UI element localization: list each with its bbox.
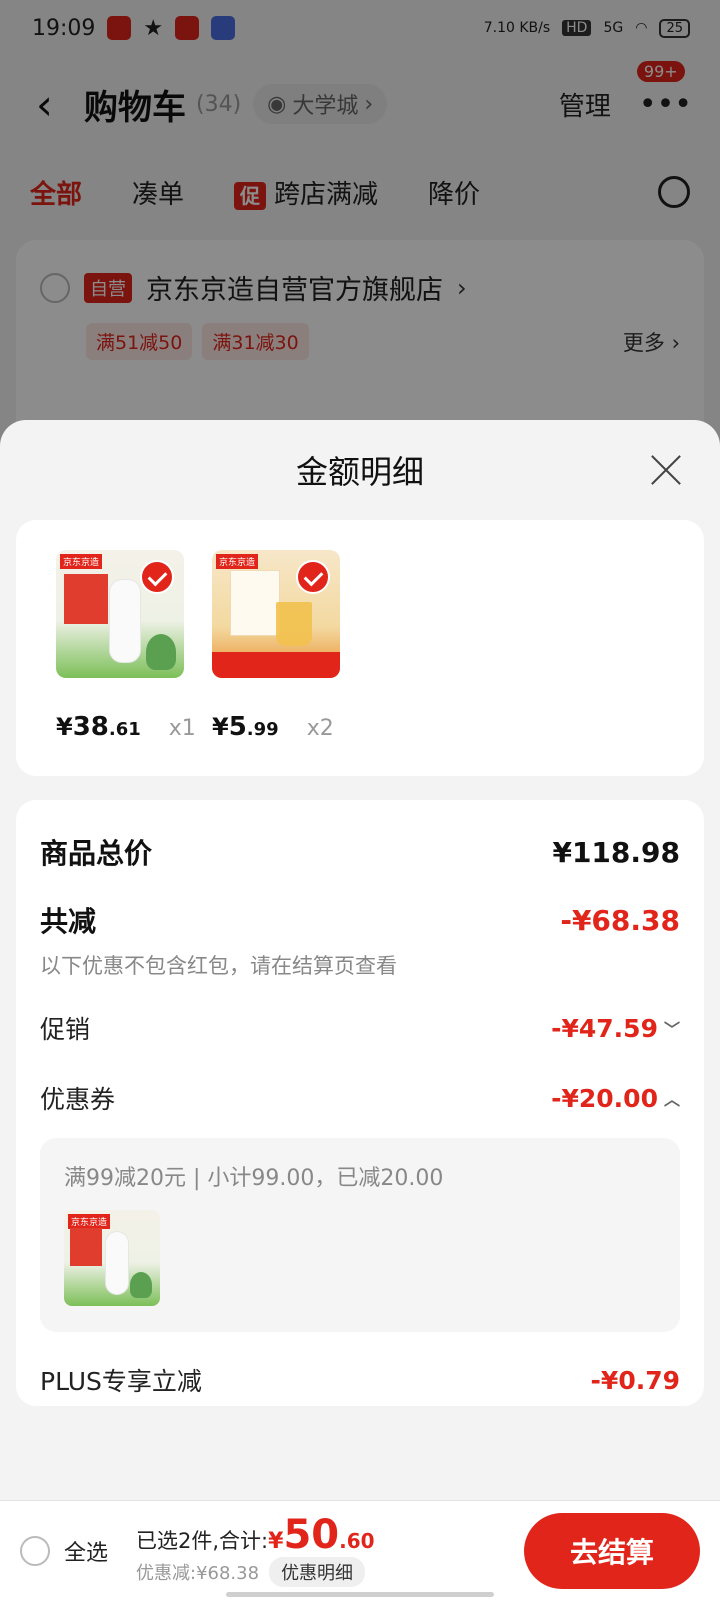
price-symbol: ¥ — [212, 713, 229, 741]
home-indicator[interactable] — [226, 1592, 494, 1597]
selected-check-icon — [140, 560, 174, 594]
select-all-checkbox[interactable] — [20, 1535, 50, 1566]
select-all-label: 全选 — [64, 1540, 109, 1566]
price-integer: 5 — [228, 712, 247, 742]
price-decimal: .99 — [246, 719, 279, 740]
discount-note: 以下优惠不包含红包，请在结算页查看 — [40, 954, 397, 978]
total-symbol: ¥ — [268, 1528, 284, 1554]
product-item[interactable]: 京东京造 ¥ 5 .99 x2 — [212, 550, 340, 746]
product-price-row: ¥ 5 .99 x2 — [212, 712, 340, 742]
savings-text: 优惠减:¥68.38 — [136, 1562, 260, 1584]
total-line: 已选2件,合计: ¥ 50 .60 — [136, 1515, 375, 1555]
total-price-value: ¥118.98 — [552, 835, 680, 869]
chevron-down-icon: ﹀ — [663, 1020, 680, 1039]
coupon-product-image: 京东京造 — [64, 1210, 160, 1306]
coupon-label: 优惠券 — [40, 1085, 116, 1114]
mascot-graphic — [146, 634, 176, 670]
checkout-button[interactable]: 去结算 — [524, 1512, 700, 1589]
mascot-graphic — [130, 1272, 152, 1298]
sheet-title: 金额明细 — [295, 453, 424, 491]
discount-row: 共减 -¥68.38 — [40, 900, 680, 940]
coupon-detail-text: 满99减20元 | 小计99.00，已减20.00 — [64, 1166, 444, 1191]
product-quantity: x2 — [306, 716, 334, 741]
coupon-value-wrap: -¥20.00 ︿ — [551, 1084, 680, 1113]
plus-discount-label: PLUS专享立减 — [40, 1367, 202, 1396]
price-decimal: .61 — [108, 719, 141, 740]
amount-detail-sheet: 金额明细 京东京造 ¥ 38 .61 x1 京东京造 ¥ 5 .99 x2 商品… — [0, 420, 720, 1600]
select-all-control[interactable]: 全选 — [20, 1535, 108, 1567]
product-image: 京东京造 — [56, 550, 184, 678]
product-quantity: x1 — [168, 716, 196, 741]
selected-count-text: 已选2件,合计: — [136, 1528, 269, 1553]
price-symbol: ¥ — [56, 713, 73, 741]
cup-graphic — [276, 602, 312, 646]
plus-discount-value: -¥0.79 — [590, 1365, 680, 1395]
promo-value: -¥47.59 — [551, 1013, 658, 1043]
product-price-row: ¥ 38 .61 x1 — [56, 712, 196, 742]
checkout-bar: 全选 已选2件,合计: ¥ 50 .60 优惠减:¥68.38 优惠明细 去结算 — [0, 1500, 720, 1600]
brand-logo-icon: 京东京造 — [68, 1214, 111, 1229]
product-image: 京东京造 — [212, 550, 340, 678]
savings-line: 优惠减:¥68.38 优惠明细 — [136, 1556, 375, 1587]
bottle-graphic — [110, 580, 140, 662]
total-price-row: 商品总价 ¥118.98 — [40, 832, 680, 872]
sheet-header: 金额明细 — [0, 420, 720, 520]
bottle-graphic — [106, 1232, 128, 1294]
discount-value: -¥68.38 — [560, 903, 680, 937]
promo-value-wrap: -¥47.59 ﹀ — [551, 1014, 680, 1043]
screen: 19:09 ★ 7.10 KB/s HD 5G ◠ 25 ‹ 购物车 (34) … — [0, 0, 720, 1600]
price-integer: 38 — [72, 712, 109, 742]
brand-logo-icon: 京东京造 — [216, 554, 259, 569]
plus-discount-row: PLUS专享立减 -¥0.79 — [40, 1362, 680, 1398]
discount-detail-button[interactable]: 优惠明细 — [269, 1556, 366, 1587]
box-graphic — [230, 570, 280, 636]
coupon-detail-box: 满99减20元 | 小计99.00，已减20.00 京东京造 — [40, 1138, 680, 1332]
promo-graphic — [64, 574, 108, 624]
coupon-value: -¥20.00 — [551, 1083, 658, 1113]
product-item[interactable]: 京东京造 ¥ 38 .61 x1 — [56, 550, 196, 746]
brand-logo-icon: 京东京造 — [60, 554, 103, 569]
promo-row[interactable]: 促销 -¥47.59 ﹀ — [40, 1010, 680, 1046]
promo-graphic — [70, 1228, 102, 1266]
selected-check-icon — [296, 560, 330, 594]
selected-products-card: 京东京造 ¥ 38 .61 x1 京东京造 ¥ 5 .99 x2 — [16, 520, 704, 776]
total-decimal: .60 — [339, 1528, 375, 1553]
total-integer: 50 — [283, 1511, 340, 1558]
promo-banner-graphic — [212, 652, 340, 678]
coupon-row[interactable]: 优惠券 -¥20.00 ︿ — [40, 1080, 680, 1116]
total-price-label: 商品总价 — [40, 837, 153, 870]
order-summary: 已选2件,合计: ¥ 50 .60 优惠减:¥68.38 优惠明细 — [136, 1515, 375, 1587]
promo-label: 促销 — [40, 1015, 91, 1044]
close-icon[interactable] — [648, 452, 684, 488]
chevron-up-icon: ︿ — [663, 1090, 680, 1109]
amount-breakdown-card: 商品总价 ¥118.98 共减 -¥68.38 以下优惠不包含红包，请在结算页查… — [16, 800, 704, 1406]
discount-label: 共减 — [40, 905, 97, 938]
